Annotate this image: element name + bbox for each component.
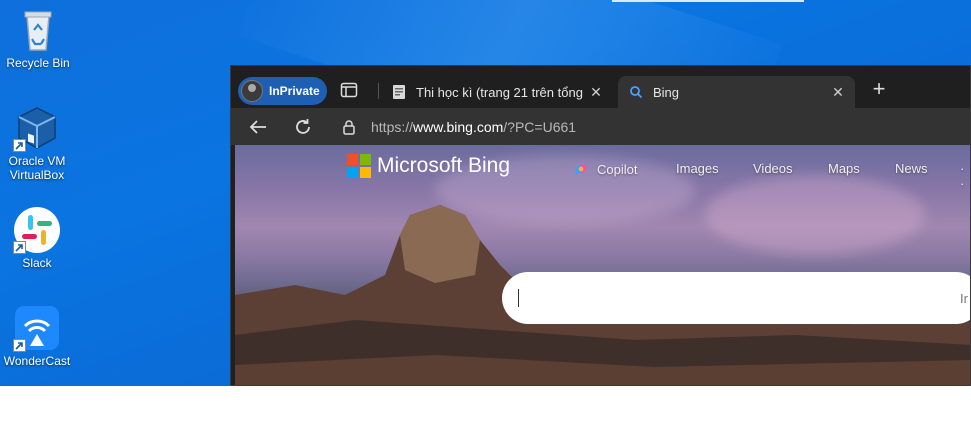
nav-videos[interactable]: Videos [753,161,793,176]
nav-copilot[interactable]: Copilot [573,161,637,177]
document-favicon [391,84,407,100]
tab-bar: InPrivate Thi học kì (trang 21 trên tổng… [231,66,970,108]
desktop-icon-label: WonderCast [3,354,71,368]
inprivate-profile-button[interactable]: InPrivate [238,77,327,105]
url-domain: www.bing.com [413,118,504,135]
browser-window: InPrivate Thi học kì (trang 21 trên tổng… [230,65,971,386]
copilot-icon [573,161,589,177]
nav-news[interactable]: News [895,161,928,176]
search-favicon [628,84,644,100]
url-prefix: https:// [371,118,414,135]
desktop-icon-virtualbox[interactable]: Oracle VM VirtualBox [2,104,72,182]
desktop-icon-slack[interactable]: Slack [2,206,72,270]
nav-maps[interactable]: Maps [828,161,860,176]
desktop-icon-label: Slack [22,256,52,270]
desktop: Recycle Bin Oracle VM VirtualBox Slack W… [0,0,971,386]
url-path: /?PC=U661 [503,118,577,135]
tab-actions-icon[interactable] [340,82,358,98]
slack-icon [13,206,61,254]
new-tab-button[interactable]: + [868,78,890,101]
refresh-icon[interactable] [292,116,314,138]
virtualbox-icon [13,104,61,152]
shortcut-arrow-icon [13,241,26,254]
text-caret [518,289,519,307]
nav-images[interactable]: Images [676,161,719,176]
address-bar[interactable]: https://www.bing.com/?PC=U661 [341,112,970,141]
tab-bing[interactable]: Bing ✕ [618,76,855,108]
tab-title: Thi học kì (trang 21 trên tổng số [416,84,587,100]
shortcut-arrow-icon [13,339,26,352]
taskbar-edge [612,0,804,2]
browser-toolbar: https://www.bing.com/?PC=U661 [231,108,970,145]
recycle-bin-icon [14,6,62,54]
shortcut-arrow-icon [13,139,26,152]
desktop-icon-wondercast[interactable]: WonderCast [2,304,72,368]
desktop-icon-recycle-bin[interactable]: Recycle Bin [3,6,73,70]
tab-document[interactable]: Thi học kì (trang 21 trên tổng số ✕ [381,76,613,108]
logo-text: Microsoft Bing [377,154,511,177]
tab-title: Bing [653,84,680,100]
search-hint: Ir [960,291,968,306]
more-menu-icon[interactable]: · · [960,161,970,191]
close-icon[interactable]: ✕ [829,84,847,101]
lock-icon[interactable] [341,119,357,135]
close-icon[interactable]: ✕ [587,84,605,101]
desktop-icon-label: Recycle Bin [6,56,70,70]
inprivate-label: InPrivate [269,84,320,98]
back-arrow-icon[interactable] [247,116,269,138]
search-input[interactable]: Ir [502,272,970,324]
nav-label: Copilot [597,161,638,177]
avatar [241,80,263,102]
tab-separator [378,83,379,99]
mountain-background [235,205,970,385]
microsoft-logo-icon [347,154,371,178]
wondercast-icon [13,304,61,352]
microsoft-bing-logo[interactable]: Microsoft Bing [347,154,510,178]
desktop-icon-label: Oracle VM VirtualBox [8,154,66,182]
bing-page: Microsoft Bing Copilot Images Videos Map… [235,145,970,385]
